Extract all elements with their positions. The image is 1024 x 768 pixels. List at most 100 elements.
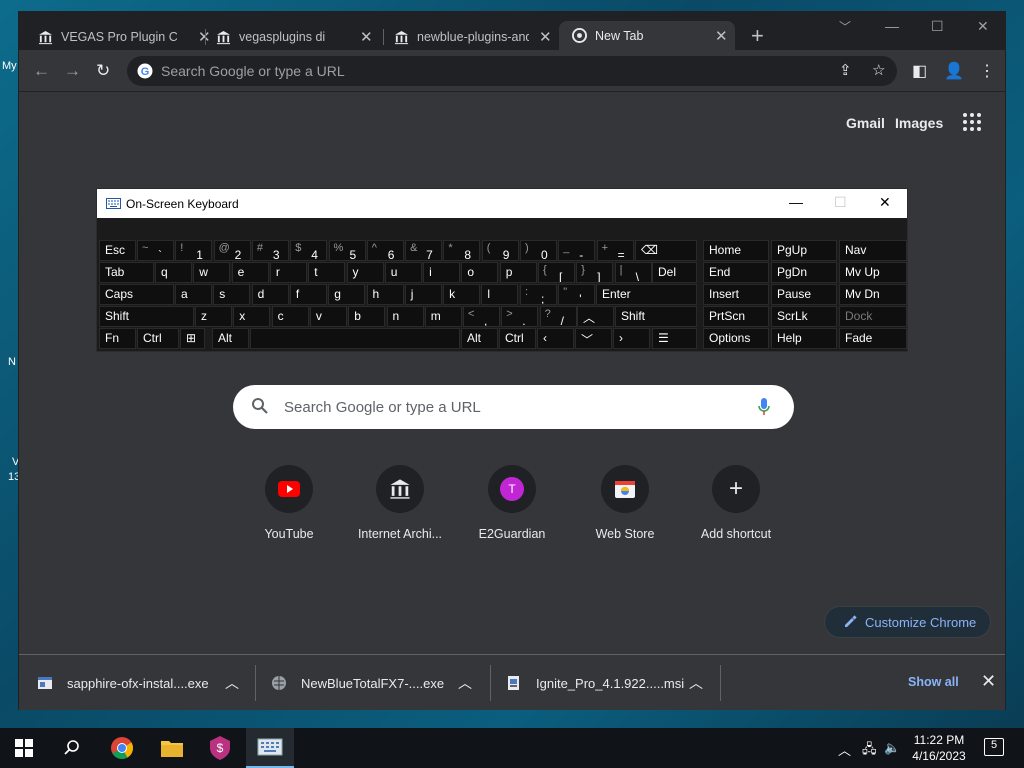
key-ctrl-right[interactable]: Ctrl bbox=[499, 328, 536, 349]
minimize-icon[interactable]: — bbox=[789, 194, 803, 210]
shortcut-youtube[interactable]: YouTube bbox=[233, 465, 345, 541]
download-item[interactable]: NewBlueTotalFX7-....exe ︿ bbox=[253, 655, 489, 711]
key-enter[interactable]: Enter bbox=[596, 284, 697, 305]
system-clock[interactable]: 11:22 PM 4/16/2023 bbox=[904, 732, 974, 764]
key-bracket[interactable]: }] bbox=[576, 262, 614, 283]
key-end[interactable]: End bbox=[703, 262, 769, 283]
key-nav[interactable]: Nav bbox=[839, 240, 907, 261]
key-letter[interactable]: o bbox=[461, 262, 499, 283]
key-number[interactable]: % 5 bbox=[328, 240, 366, 261]
key-arrow-right[interactable]: › bbox=[613, 328, 650, 349]
show-all-downloads-link[interactable]: Show all bbox=[908, 675, 959, 689]
close-icon[interactable]: ✕ bbox=[879, 194, 891, 211]
images-link[interactable]: Images bbox=[895, 115, 943, 131]
gmail-link[interactable]: Gmail bbox=[846, 115, 885, 131]
key-letter[interactable]: s bbox=[213, 284, 251, 305]
tab-newblue-plugins[interactable]: newblue-plugins-and ✕ bbox=[393, 24, 552, 50]
download-item[interactable]: Ignite_Pro_4.1.922.....msi ︿ bbox=[488, 655, 720, 711]
key-number[interactable]: $4 bbox=[290, 240, 328, 261]
chevron-up-icon[interactable]: ︿ bbox=[458, 673, 472, 693]
key-letter[interactable]: h bbox=[366, 284, 404, 305]
key-punct[interactable]: <, bbox=[463, 306, 500, 327]
tab-new-tab[interactable]: New Tab ✕ bbox=[559, 21, 735, 50]
tab-vegas-plugin[interactable]: VEGAS Pro Plugin Co ✕ bbox=[37, 24, 211, 50]
tab-search-chevron-icon[interactable]: ﹀ bbox=[839, 18, 851, 35]
key-mvup[interactable]: Mv Up bbox=[839, 262, 907, 283]
key-esc[interactable]: Esc bbox=[99, 240, 136, 261]
key-menu[interactable]: ☰ bbox=[652, 328, 697, 349]
network-icon[interactable]: 🖧 bbox=[862, 740, 877, 762]
key-number[interactable]: ~ ` bbox=[137, 240, 174, 261]
key-letter[interactable]: d bbox=[251, 284, 289, 305]
key-caps[interactable]: Caps bbox=[99, 284, 174, 305]
key-letter[interactable]: q bbox=[155, 262, 192, 283]
osk-title-bar[interactable]: On-Screen Keyboard — ☐ ✕ bbox=[97, 189, 907, 218]
reload-icon[interactable]: ↻ bbox=[96, 61, 110, 81]
taskbar-shield-app[interactable]: $ bbox=[196, 728, 244, 768]
key-number[interactable]: * 8 bbox=[443, 240, 481, 261]
download-item[interactable]: sapphire-ofx-instal....exe ︿ bbox=[19, 655, 253, 711]
new-tab-button[interactable]: + bbox=[751, 25, 764, 47]
key-bracket[interactable]: {[ bbox=[538, 262, 575, 283]
key-alt-left[interactable]: Alt bbox=[212, 328, 249, 349]
address-bar[interactable]: G Search Google or type a URL ⇪ ☆ bbox=[127, 56, 897, 86]
chevron-up-icon[interactable]: ︿ bbox=[838, 740, 851, 759]
key-letter[interactable]: u bbox=[384, 262, 422, 283]
key-number[interactable]: ) 0 bbox=[520, 240, 557, 261]
desktop-icon-label[interactable]: N bbox=[8, 356, 16, 368]
key-letter[interactable]: k bbox=[443, 284, 481, 305]
key-letter[interactable]: e bbox=[231, 262, 269, 283]
key-scrlk[interactable]: ScrLk bbox=[771, 306, 837, 327]
key-fade[interactable]: Fade bbox=[839, 328, 907, 349]
key-number[interactable]: & 7 bbox=[405, 240, 443, 261]
close-window-icon[interactable]: ✕ bbox=[977, 18, 989, 35]
key-letter[interactable]: w bbox=[193, 262, 231, 283]
key-letter[interactable]: n bbox=[386, 306, 424, 327]
key-home[interactable]: Home bbox=[703, 240, 769, 261]
key-arrow-up[interactable]: ︿ bbox=[577, 306, 614, 327]
google-apps-icon[interactable] bbox=[963, 113, 981, 131]
google-search-box[interactable]: Search Google or type a URL bbox=[233, 385, 794, 429]
key-punct[interactable]: " ' bbox=[558, 284, 596, 305]
key-help[interactable]: Help bbox=[771, 328, 837, 349]
key-letter[interactable]: b bbox=[348, 306, 386, 327]
key-letter[interactable]: y bbox=[346, 262, 384, 283]
key-number[interactable]: ! 1 bbox=[175, 240, 213, 261]
key-pause[interactable]: Pause bbox=[771, 284, 837, 305]
key-arrow-down[interactable]: ﹀ bbox=[575, 328, 612, 349]
key-insert[interactable]: Insert bbox=[703, 284, 769, 305]
close-icon[interactable]: ✕ bbox=[360, 28, 373, 46]
key-letter[interactable]: m bbox=[424, 306, 462, 327]
key-alt-right[interactable]: Alt bbox=[461, 328, 498, 349]
chevron-up-icon[interactable]: ︿ bbox=[689, 673, 703, 693]
key-letter[interactable]: v bbox=[309, 306, 347, 327]
taskbar-file-explorer[interactable] bbox=[148, 728, 196, 768]
customize-chrome-button[interactable]: Customize Chrome bbox=[824, 606, 991, 638]
key-number[interactable]: + = bbox=[596, 240, 634, 261]
shortcut-internet-archive[interactable]: Internet Archi... bbox=[344, 465, 456, 541]
key-tab[interactable]: Tab bbox=[99, 262, 154, 283]
key-letter[interactable]: i bbox=[423, 262, 461, 283]
key-space[interactable] bbox=[250, 328, 460, 349]
key-prtscn[interactable]: PrtScn bbox=[703, 306, 769, 327]
key-del[interactable]: Del bbox=[652, 262, 697, 283]
close-icon[interactable]: ✕ bbox=[539, 28, 552, 46]
key-number[interactable]: @2 bbox=[213, 240, 251, 261]
volume-icon[interactable]: 🔈 bbox=[884, 740, 900, 756]
key-letter[interactable]: j bbox=[404, 284, 442, 305]
side-panel-icon[interactable]: ◧ bbox=[912, 61, 927, 81]
desktop-icon-label[interactable]: My bbox=[2, 60, 17, 72]
back-arrow-icon[interactable]: ← bbox=[33, 61, 50, 81]
key-letter[interactable]: g bbox=[328, 284, 366, 305]
key-dock[interactable]: Dock bbox=[839, 306, 907, 327]
key-ctrl-left[interactable]: Ctrl bbox=[137, 328, 179, 349]
close-downloads-bar-icon[interactable]: ✕ bbox=[981, 671, 996, 692]
key-arrow-left[interactable]: ‹ bbox=[537, 328, 574, 349]
taskbar-chrome[interactable] bbox=[98, 728, 146, 768]
bookmark-star-icon[interactable]: ☆ bbox=[872, 61, 885, 79]
maximize-icon[interactable]: ☐ bbox=[931, 18, 944, 35]
key-fn[interactable]: Fn bbox=[99, 328, 136, 349]
forward-arrow-icon[interactable]: → bbox=[64, 61, 81, 81]
key-letter[interactable]: l bbox=[481, 284, 519, 305]
key-windows[interactable]: ⊞ bbox=[180, 328, 205, 349]
